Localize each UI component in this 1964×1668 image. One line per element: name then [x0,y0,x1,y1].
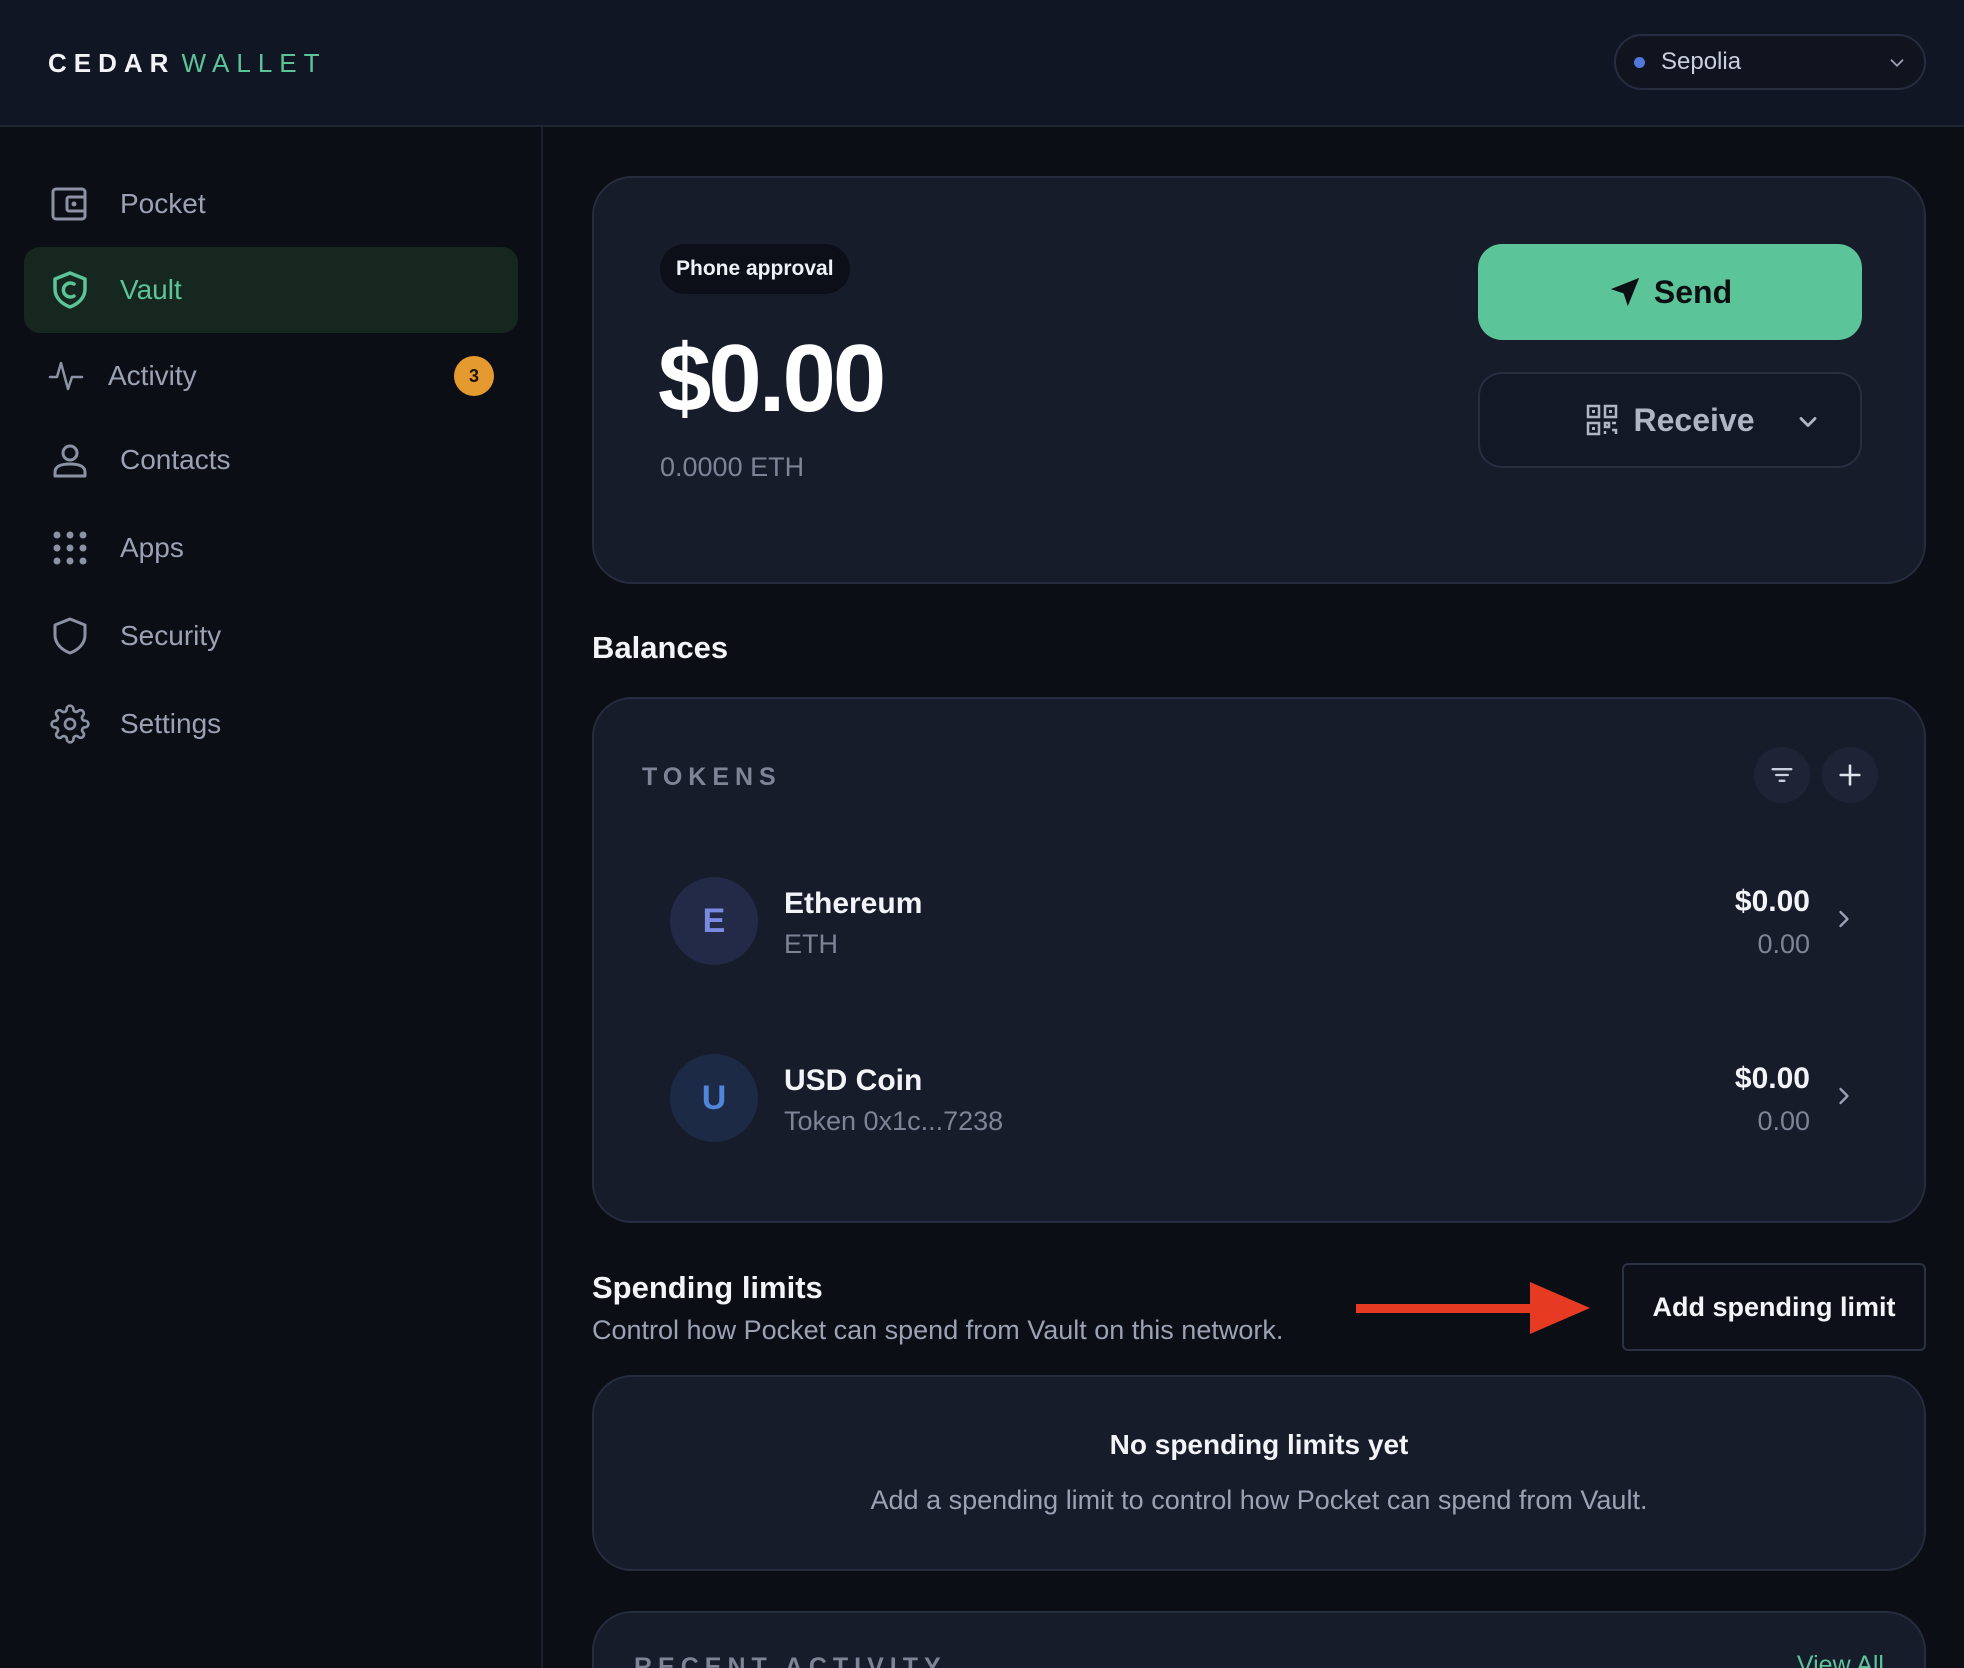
token-avatar: U [670,1054,758,1142]
annotation-arrow-icon [1356,1282,1590,1334]
send-button[interactable]: Send [1478,244,1862,340]
token-row-ethereum[interactable]: E Ethereum ETH $0.00 0.00 [642,845,1880,995]
sidebar-item-contacts[interactable]: Contacts [24,417,518,503]
token-name: USD Coin [784,1064,923,1097]
receive-button-label: Receive [1633,401,1755,438]
filter-button[interactable] [1754,747,1810,803]
shield-outline-icon [50,616,90,656]
view-all-link[interactable]: View All [1797,1651,1884,1668]
total-balance: $0.00 [658,325,886,432]
user-icon [50,440,90,480]
spending-limits-empty-state: No spending limits yet Add a spending li… [592,1375,1926,1571]
sidebar-item-label: Contacts [120,444,231,475]
sidebar-item-pocket[interactable]: Pocket [24,161,518,247]
chevron-down-icon [1890,59,1904,67]
token-amount: 0.00 [1757,1106,1810,1136]
empty-state-title: No spending limits yet [1109,1429,1409,1460]
brand-logo: CEDAR WALLET [48,48,327,79]
wallet-icon [50,184,90,224]
network-label: Sepolia [1661,48,1742,75]
network-selector[interactable]: Sepolia [1614,34,1926,90]
recent-activity-card: RECENT ACTIVITY View All [592,1611,1926,1668]
tokens-label: TOKENS [642,763,782,791]
vault-summary-card: Phone approval $0.00 0.0000 ETH Send Rec… [592,176,1926,584]
receive-button[interactable]: Receive [1478,372,1862,468]
send-button-label: Send [1653,273,1733,310]
phone-approval-badge: Phone approval [660,244,850,294]
sidebar-item-settings[interactable]: Settings [24,681,518,767]
sidebar-item-label: Settings [120,708,222,739]
sidebar-item-activity[interactable]: Activity 3 [24,333,518,419]
token-symbol: Token 0x1c...7238 [784,1106,1004,1136]
sidebar-item-label: Vault [120,274,182,305]
token-symbol: ETH [784,929,838,959]
token-amount: 0.00 [1757,929,1810,959]
filter-icon [1771,768,1793,782]
chevron-right-icon [1839,910,1849,928]
sidebar-item-label: Security [120,620,222,651]
sidebar-item-label: Activity [108,360,197,391]
chevron-right-icon [1839,1087,1849,1105]
sidebar-item-vault[interactable]: Vault [24,247,518,333]
empty-state-description: Add a spending limit to control how Pock… [870,1485,1648,1515]
network-status-dot [1634,56,1645,68]
shield-icon [50,270,90,310]
spending-limits-heading: Spending limits [592,1270,823,1305]
brand-name-secondary: WALLET [181,48,327,78]
tokens-card: TOKENS E Ethereum ETH $0.00 0.00 U USD C… [592,697,1926,1223]
add-spending-limit-button[interactable]: Add spending limit [1622,1263,1926,1351]
activity-icon [46,356,86,396]
token-usd-value: $0.00 [1734,885,1810,918]
plus-icon [1839,764,1861,786]
grid-icon [50,528,90,568]
token-name: Ethereum [784,887,923,920]
sidebar-item-apps[interactable]: Apps [24,505,518,591]
token-avatar: E [670,877,758,965]
token-usd-value: $0.00 [1734,1062,1810,1095]
activity-count-badge: 3 [454,356,494,396]
brand-name-primary: CEDAR [48,48,176,78]
token-row-usd-coin[interactable]: U USD Coin Token 0x1c...7238 $0.00 0.00 [642,1022,1880,1172]
sidebar-item-label: Apps [120,532,184,563]
eth-balance: 0.0000 ETH [660,452,805,482]
sidebar-item-security[interactable]: Security [24,593,518,679]
chevron-down-icon [1799,417,1817,427]
recent-activity-label: RECENT ACTIVITY [634,1653,947,1668]
spending-limits-subtitle: Control how Pocket can spend from Vault … [592,1315,1284,1345]
qr-code-icon [1586,404,1617,436]
balances-heading: Balances [592,630,729,665]
send-icon [1610,277,1640,307]
add-token-button[interactable] [1822,747,1878,803]
sidebar-item-label: Pocket [120,188,206,219]
top-bar: CEDAR WALLET Sepolia [0,0,1964,127]
gear-icon [50,704,90,744]
